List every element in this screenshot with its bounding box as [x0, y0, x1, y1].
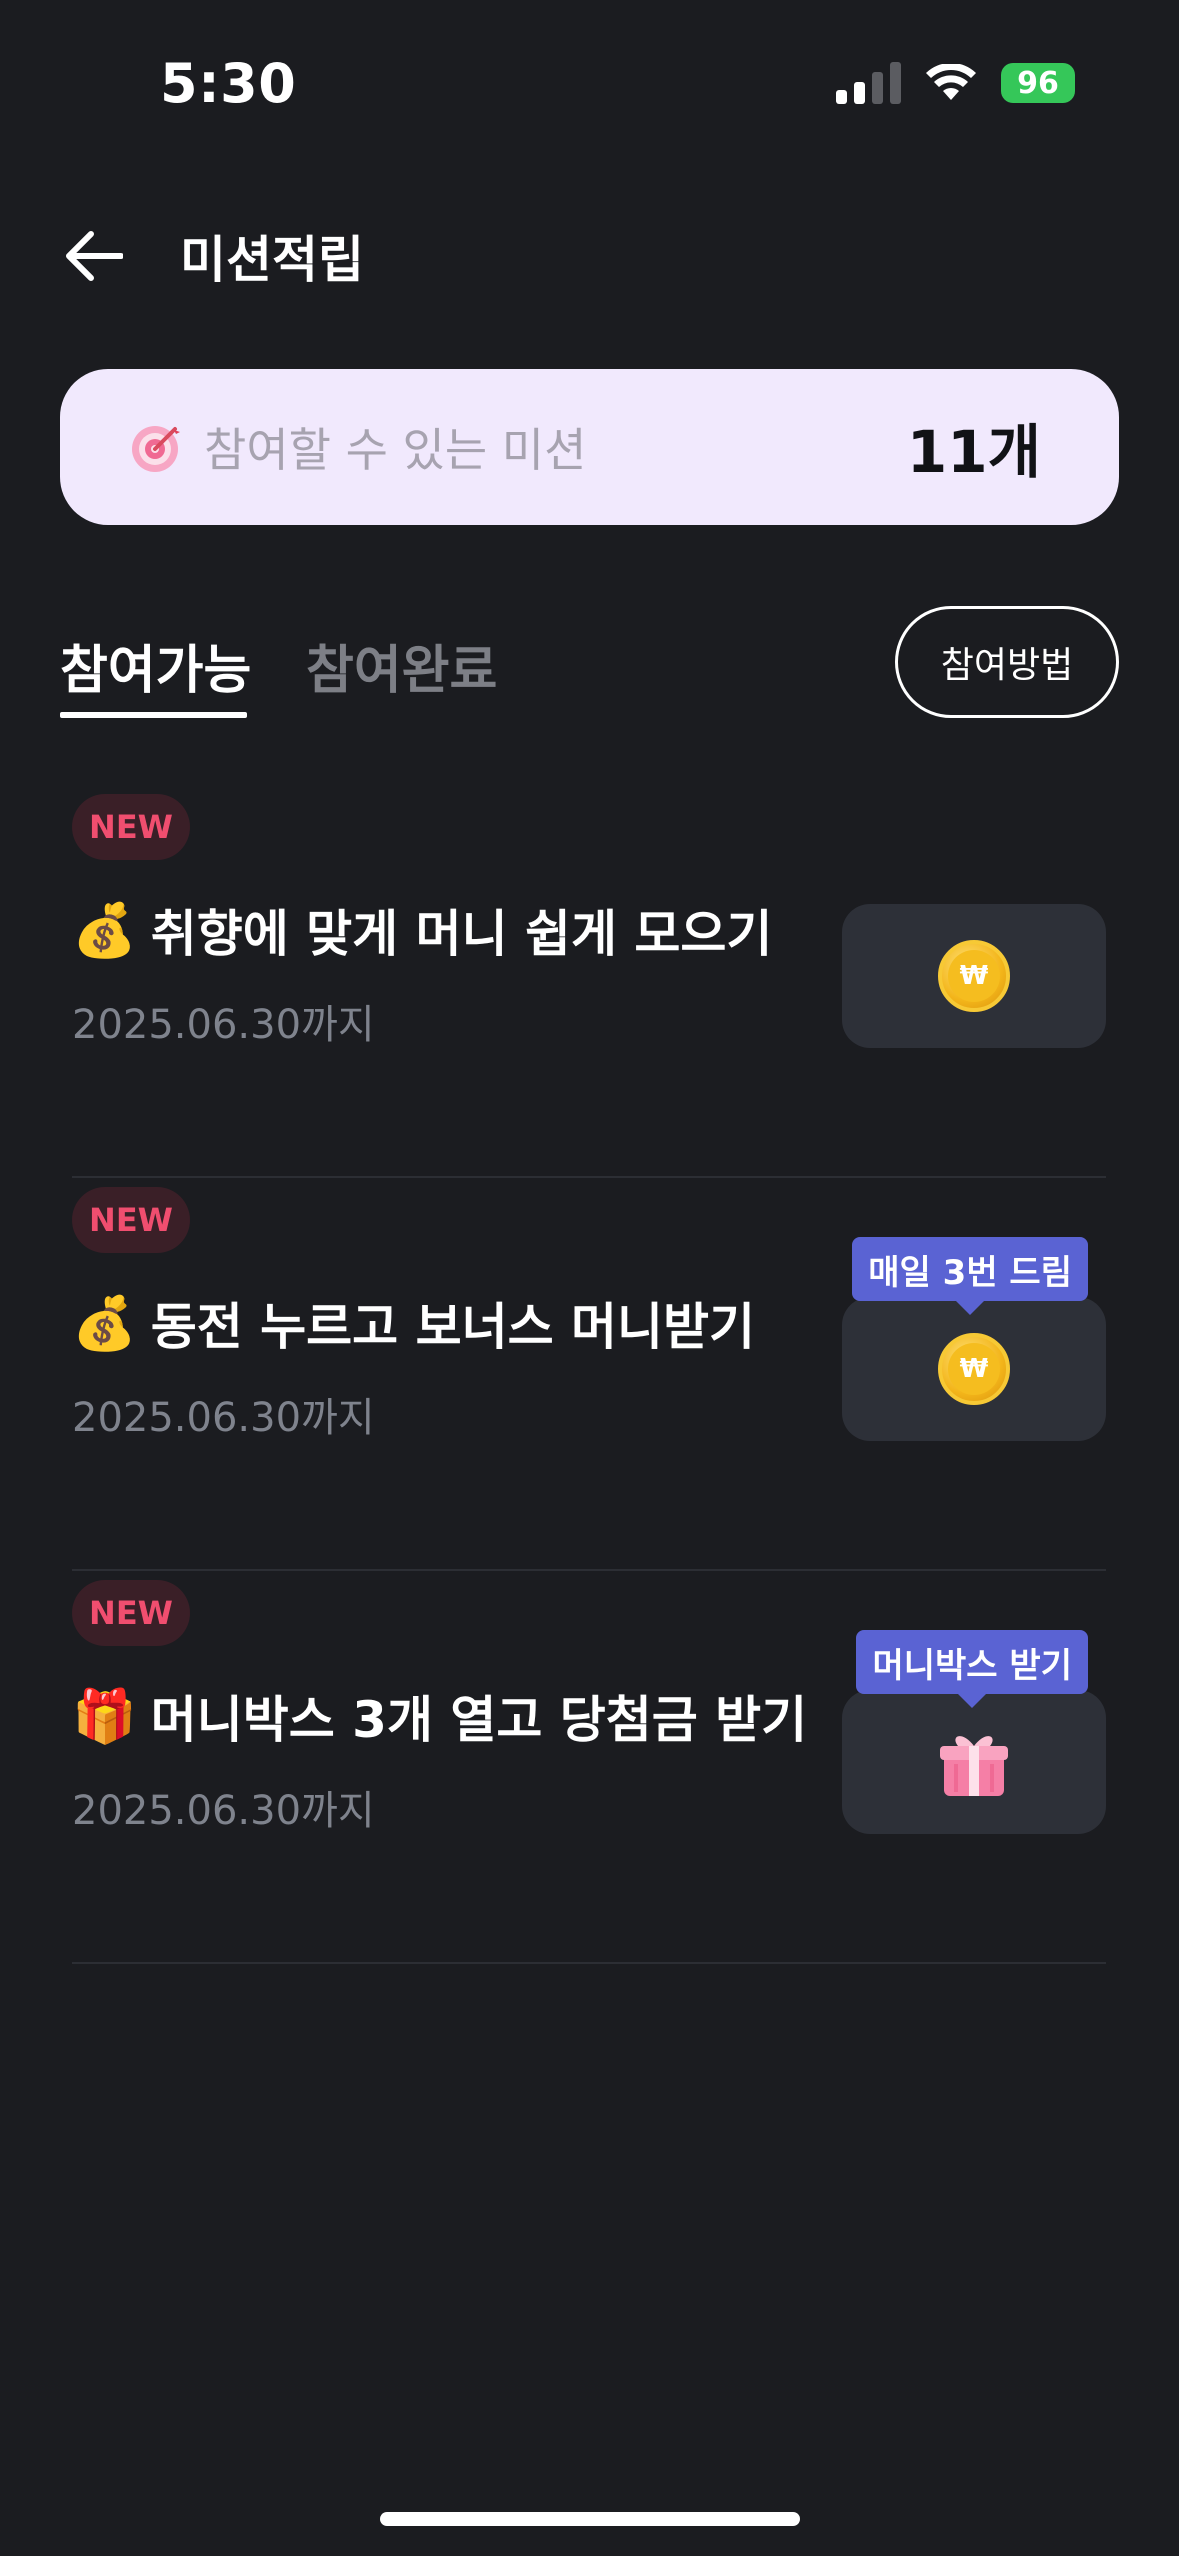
mission-title: 🎁 머니박스 3개 열고 당첨금 받기: [72, 1680, 807, 1752]
money-bag-icon: 💰: [72, 1293, 137, 1354]
reward-tooltip: 머니박스 받기: [856, 1630, 1088, 1708]
reward-box[interactable]: ₩: [842, 1297, 1106, 1441]
tab-completed[interactable]: 참여완료: [306, 628, 497, 703]
active-tab-indicator: [60, 712, 247, 718]
reward-box[interactable]: ₩: [842, 904, 1106, 1048]
wifi-icon: [926, 64, 976, 100]
mission-title-text: 머니박스 3개 열고 당첨금 받기: [150, 1691, 808, 1749]
page-title: 미션적립: [180, 231, 364, 289]
battery-level: 96: [1001, 63, 1075, 103]
status-indicators: 96: [836, 62, 1075, 104]
mission-date: 2025.06.30까지: [72, 1788, 375, 1834]
divider: [72, 1962, 1106, 1964]
gift-icon: 🎁: [72, 1686, 137, 1747]
home-indicator[interactable]: [380, 2512, 800, 2526]
mission-title-text: 동전 누르고 보너스 머니받기: [150, 1298, 755, 1356]
coin-icon: ₩: [938, 1333, 1010, 1405]
summary-count: 11개: [906, 418, 1041, 486]
divider: [72, 1176, 1106, 1178]
mission-date: 2025.06.30까지: [72, 1395, 375, 1441]
page-header: 미션적립: [64, 220, 364, 292]
mission-item[interactable]: NEW 🎁 머니박스 3개 열고 당첨금 받기 2025.06.30까지 머니박…: [72, 1580, 1106, 1970]
status-time: 5:30: [160, 52, 297, 115]
divider: [72, 1569, 1106, 1571]
gift-box-icon: [940, 1736, 1008, 1796]
summary-label: 참여할 수 있는 미션: [204, 423, 587, 477]
how-to-participate-button[interactable]: 참여방법: [895, 606, 1119, 718]
mission-title-text: 취향에 맞게 머니 쉽게 모으기: [150, 905, 773, 963]
new-badge: NEW: [72, 1187, 190, 1253]
tab-available[interactable]: 참여가능: [60, 628, 251, 703]
new-badge: NEW: [72, 794, 190, 860]
mission-tabs: 참여가능 참여완료 참여방법: [60, 606, 1119, 720]
mission-date: 2025.06.30까지: [72, 1002, 375, 1048]
new-badge: NEW: [72, 1580, 190, 1646]
mission-item[interactable]: NEW 💰 동전 누르고 보너스 머니받기 2025.06.30까지 ₩ 매일 …: [72, 1187, 1106, 1577]
cellular-signal-icon: [836, 62, 901, 104]
coin-icon: ₩: [938, 940, 1010, 1012]
mission-title: 💰 취향에 맞게 머니 쉽게 모으기: [72, 894, 772, 966]
mission-item[interactable]: NEW 💰 취향에 맞게 머니 쉽게 모으기 2025.06.30까지 ₩: [72, 794, 1106, 1184]
battery-icon: 96: [1001, 63, 1075, 103]
back-button[interactable]: [64, 226, 124, 286]
reward-tooltip: 매일 3번 드림: [852, 1237, 1088, 1315]
available-missions-card: 참여할 수 있는 미션 11개: [60, 369, 1119, 525]
target-icon: [132, 424, 180, 472]
mission-title: 💰 동전 누르고 보너스 머니받기: [72, 1287, 755, 1359]
arrow-left-icon: [66, 231, 123, 281]
money-bag-icon: 💰: [72, 900, 137, 961]
reward-box[interactable]: [842, 1690, 1106, 1834]
mission-page: 5:30 96 미션적립 참여할 수 있는 미션 11개 참여가능 참여완료 참…: [0, 0, 1179, 2556]
